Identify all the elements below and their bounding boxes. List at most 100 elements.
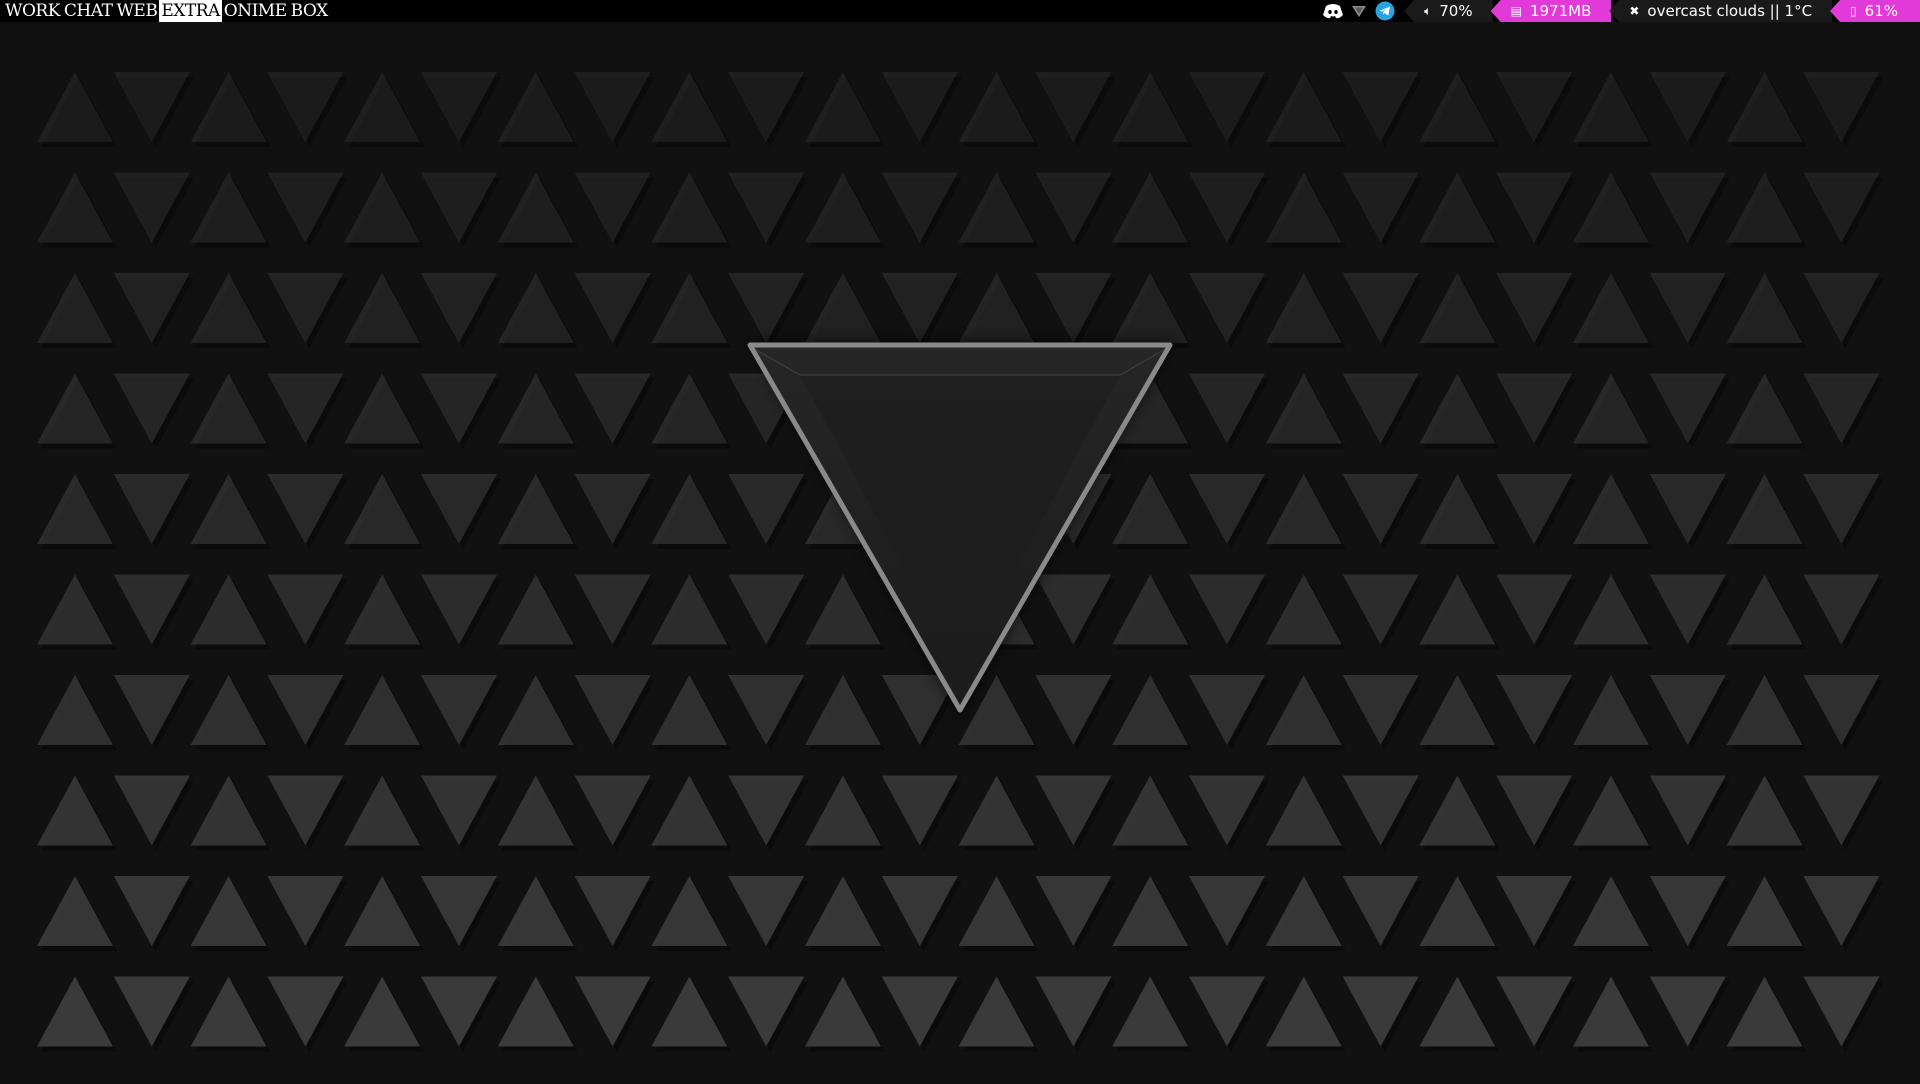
triangle-down	[881, 976, 958, 1047]
memory-value: 1971MB	[1529, 2, 1592, 20]
triangle-down	[1649, 273, 1726, 343]
triangle-down	[1035, 775, 1112, 846]
triangle-up	[190, 172, 267, 243]
battery-indicator[interactable]: ▯ 61%	[1830, 0, 1920, 22]
triangle-up	[1419, 675, 1496, 745]
triangle-up	[805, 976, 881, 1047]
triangle-up	[805, 72, 881, 142]
triangle-down	[1803, 373, 1880, 444]
triangle-up	[1112, 876, 1189, 946]
workspace-box[interactable]: BOX	[289, 0, 330, 22]
triangle-down	[267, 876, 344, 946]
triangle-down	[574, 675, 651, 745]
triangle-up	[37, 373, 113, 444]
workspace-work[interactable]: WORK	[3, 0, 62, 22]
wallpaper-pattern	[37, 72, 1884, 1052]
triangle-down	[1189, 675, 1265, 745]
workspace-extra[interactable]: EXTRA	[159, 0, 222, 22]
triangle-down	[421, 876, 497, 946]
triangle-up	[805, 273, 881, 343]
vpn-shield-icon[interactable]	[1348, 2, 1370, 20]
triangle-up	[1726, 474, 1803, 544]
workspace-chat[interactable]: CHAT	[62, 0, 115, 22]
triangle-up	[651, 675, 728, 745]
weather-value: overcast clouds || 1°C	[1647, 2, 1813, 20]
triangle-down	[728, 574, 805, 645]
triangle-down	[1342, 72, 1419, 142]
triangle-up	[651, 976, 728, 1047]
triangle-down	[1803, 675, 1880, 745]
weather-indicator[interactable]: ✖ overcast clouds || 1°C	[1609, 0, 1833, 22]
triangle-down	[267, 474, 344, 544]
triangle-up	[958, 273, 1035, 343]
triangle-up	[1112, 474, 1189, 544]
triangle-down	[1189, 373, 1265, 444]
triangle-up	[805, 876, 881, 946]
triangle-down	[728, 675, 805, 745]
triangle-down	[574, 574, 651, 645]
triangle-down	[421, 273, 497, 343]
triangle-up	[190, 373, 267, 444]
workspace-web[interactable]: WEB	[114, 0, 159, 22]
triangle-down	[1189, 273, 1265, 343]
triangle-up	[497, 775, 574, 846]
triangle-down	[1035, 675, 1112, 745]
triangle-down	[1803, 72, 1880, 142]
triangle-up	[1573, 775, 1649, 846]
triangle-down	[1189, 72, 1265, 142]
triangle-up	[37, 675, 113, 745]
battery-icon: ▯	[1850, 4, 1857, 18]
triangle-up	[344, 675, 421, 745]
triangle-down	[574, 474, 651, 544]
triangle-up	[651, 273, 728, 343]
triangle-down	[267, 675, 344, 745]
triangle-up	[344, 574, 421, 645]
triangle-down	[1803, 474, 1880, 544]
triangle-up	[1419, 72, 1496, 142]
triangle-down	[1649, 172, 1726, 243]
triangle-up	[37, 273, 113, 343]
triangle-up	[37, 574, 113, 645]
triangle-down	[267, 373, 344, 444]
triangle-up	[1265, 976, 1342, 1047]
speaker-icon: 🔈︎	[1424, 3, 1432, 18]
triangle-down	[113, 474, 190, 544]
triangle-up	[651, 574, 728, 645]
triangle-down	[1189, 172, 1265, 243]
triangle-down	[1189, 474, 1265, 544]
triangle-up	[1573, 72, 1649, 142]
battery-value: 61%	[1864, 2, 1898, 20]
triangle-down	[1342, 675, 1419, 745]
triangle-up	[1265, 876, 1342, 946]
triangle-down	[1496, 172, 1573, 243]
triangle-up	[958, 976, 1035, 1047]
triangle-down	[421, 976, 497, 1047]
triangle-up	[1419, 172, 1496, 243]
triangle-down	[267, 976, 344, 1047]
triangle-up	[1726, 373, 1803, 444]
triangle-up	[1573, 474, 1649, 544]
triangle-up	[1419, 876, 1496, 946]
triangle-down	[1342, 474, 1419, 544]
triangle-up	[497, 172, 574, 243]
triangle-down	[1342, 273, 1419, 343]
triangle-up	[1726, 876, 1803, 946]
triangle-up	[958, 172, 1035, 243]
triangle-down	[574, 72, 651, 142]
triangle-up	[1265, 373, 1342, 444]
discord-icon[interactable]	[1322, 2, 1344, 20]
telegram-icon[interactable]	[1374, 1, 1396, 21]
triangle-down	[881, 775, 958, 846]
triangle-down	[1803, 876, 1880, 946]
triangle-up	[1265, 675, 1342, 745]
triangle-up	[1265, 72, 1342, 142]
triangle-down	[421, 675, 497, 745]
workspace-onime[interactable]: ONIME	[222, 0, 289, 22]
memory-indicator[interactable]: ▤ 1971MB	[1490, 0, 1612, 22]
triangle-down	[1803, 273, 1880, 343]
triangle-up	[190, 976, 267, 1047]
volume-indicator[interactable]: 🔈︎ 70%	[1404, 0, 1493, 22]
triangle-up	[1573, 373, 1649, 444]
triangle-down	[421, 172, 497, 243]
triangle-down	[728, 976, 805, 1047]
